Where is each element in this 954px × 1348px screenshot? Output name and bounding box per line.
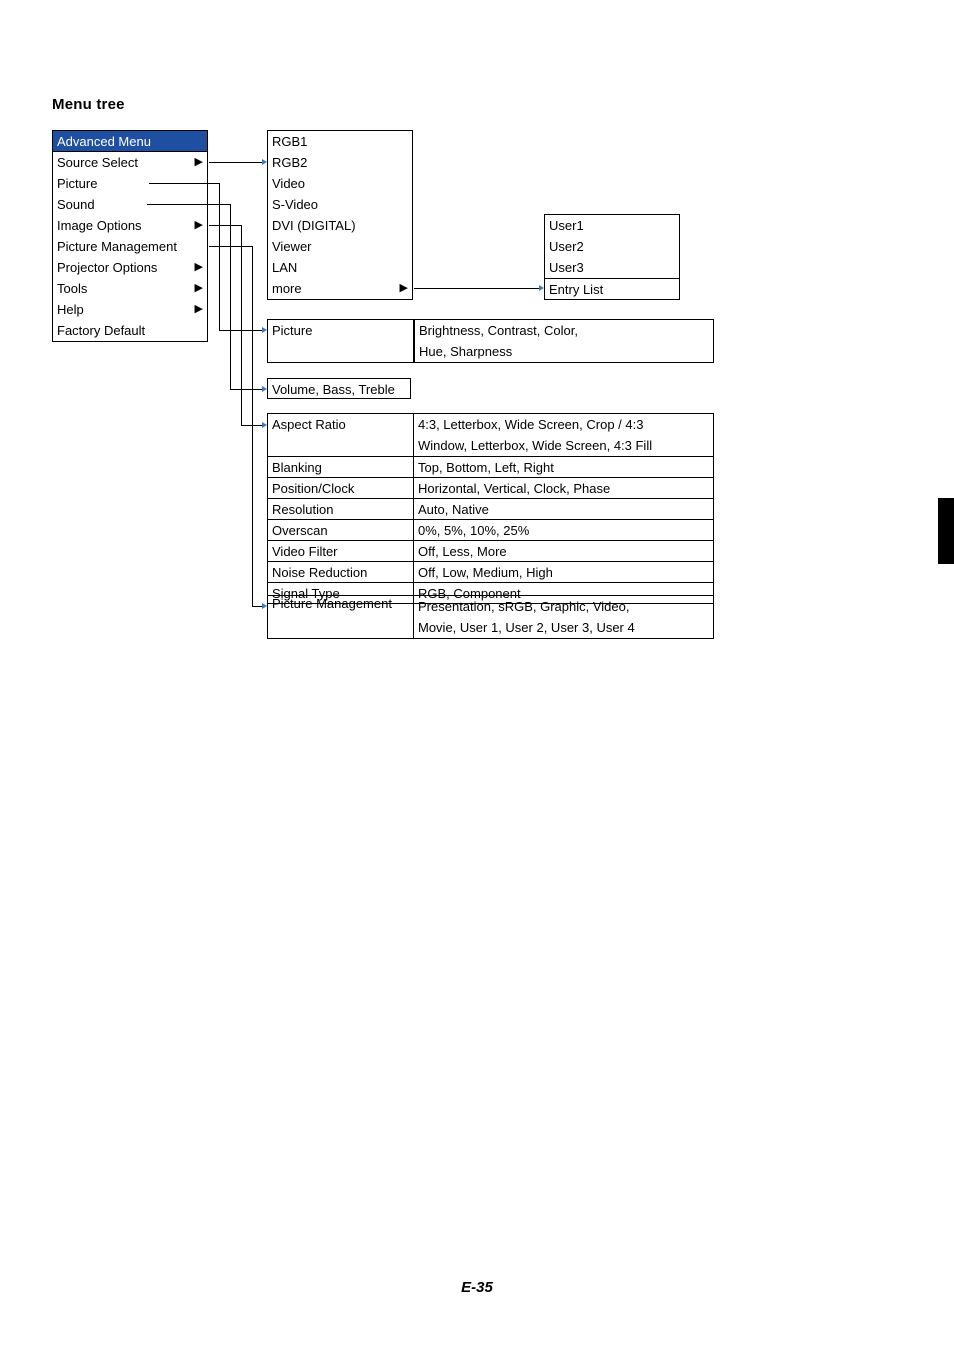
image-options-table: Aspect Ratio 4:3, Letterbox, Wide Screen…	[267, 413, 714, 604]
menu-item-label: Image Options	[57, 215, 142, 236]
page-title: Menu tree	[52, 96, 125, 113]
chevron-right-icon: ▶	[195, 215, 203, 236]
picture-value: Hue, Sharpness	[415, 341, 713, 362]
chevron-right-icon: ▶	[195, 299, 203, 320]
picture-box: Picture	[267, 319, 414, 363]
option-name: Aspect Ratio	[272, 414, 346, 435]
option-name: Overscan	[272, 520, 328, 541]
list-item-label: Video	[272, 173, 305, 194]
menu-item-label: Projector Options	[57, 257, 157, 278]
option-value: Presentation, sRGB, Graphic, Video,	[418, 599, 629, 614]
list-item-label: S-Video	[272, 194, 318, 215]
menu-item-label: Factory Default	[57, 320, 145, 341]
menu-item-label: Source Select	[57, 152, 138, 173]
table-row: Resolution Auto, Native	[268, 498, 713, 519]
menu-item-label: Help	[57, 299, 84, 320]
list-item-label: RGB1	[272, 131, 307, 152]
menu-item: Help ▶	[53, 299, 207, 320]
table-row: Blanking Top, Bottom, Left, Right	[268, 456, 713, 477]
list-item: Viewer	[268, 236, 412, 257]
option-value: Off, Less, More	[418, 541, 507, 562]
list-item: User1	[545, 215, 679, 236]
list-item-label: RGB2	[272, 152, 307, 173]
option-value: 4:3, Letterbox, Wide Screen, Crop / 4:3	[418, 414, 643, 435]
source-list: RGB1 RGB2 Video S-Video DVI (DIGITAL) Vi…	[267, 130, 413, 300]
list-item: RGB1	[268, 131, 412, 152]
table-row: Overscan 0%, 5%, 10%, 25%	[268, 519, 713, 540]
option-value: Top, Bottom, Left, Right	[418, 457, 554, 478]
picture-management-box: Picture Management Presentation, sRGB, G…	[267, 595, 714, 639]
table-row: Aspect Ratio 4:3, Letterbox, Wide Screen…	[268, 414, 713, 456]
list-item: more ▶	[268, 278, 412, 299]
option-name: Position/Clock	[272, 478, 354, 499]
list-item-label: LAN	[272, 257, 297, 278]
menu-item: Image Options ▶	[53, 215, 207, 236]
list-item: LAN	[268, 257, 412, 278]
option-name: Resolution	[272, 499, 333, 520]
menu-item: Factory Default	[53, 320, 207, 341]
menu-item: Picture Management	[53, 236, 207, 257]
option-value: Auto, Native	[418, 499, 489, 520]
list-item: Entry List	[545, 278, 679, 299]
picture-label: Picture	[268, 320, 413, 341]
sound-box: Volume, Bass, Treble	[267, 378, 411, 399]
menu-tree-diagram: Advanced Menu Source Select ▶ Picture Sou…	[52, 130, 812, 680]
list-item-label: more	[272, 278, 302, 299]
page-number: E-35	[0, 1279, 954, 1296]
option-name: Video Filter	[272, 541, 338, 562]
option-value: Off, Low, Medium, High	[418, 562, 553, 583]
menu-item-label: Tools	[57, 278, 87, 299]
picture-values: Brightness, Contrast, Color, Hue, Sharpn…	[414, 319, 714, 363]
list-item: Video	[268, 173, 412, 194]
option-name: Blanking	[272, 457, 322, 478]
page-tab	[938, 498, 954, 564]
list-item-label: Viewer	[272, 236, 312, 257]
list-item: RGB2	[268, 152, 412, 173]
option-name: Picture Management	[272, 596, 392, 611]
list-item: S-Video	[268, 194, 412, 215]
list-item: User3	[545, 257, 679, 278]
menu-item: Tools ▶	[53, 278, 207, 299]
sound-value: Volume, Bass, Treble	[268, 379, 410, 400]
menu-item-label: Sound	[57, 194, 95, 215]
advanced-menu-box: Advanced Menu Source Select ▶ Picture Sou…	[52, 130, 208, 342]
menu-item: Source Select ▶	[53, 152, 207, 173]
option-name: Noise Reduction	[272, 562, 367, 583]
option-value: 0%, 5%, 10%, 25%	[418, 520, 529, 541]
option-value: Horizontal, Vertical, Clock, Phase	[418, 478, 610, 499]
picture-value: Brightness, Contrast, Color,	[415, 320, 713, 341]
chevron-right-icon: ▶	[400, 278, 408, 299]
table-row: Position/Clock Horizontal, Vertical, Clo…	[268, 477, 713, 498]
chevron-right-icon: ▶	[195, 278, 203, 299]
chevron-right-icon: ▶	[195, 152, 203, 173]
list-item: DVI (DIGITAL)	[268, 215, 412, 236]
table-row: Video Filter Off, Less, More	[268, 540, 713, 561]
option-value: Window, Letterbox, Wide Screen, 4:3 Fill	[418, 435, 652, 456]
option-value: Movie, User 1, User 2, User 3, User 4	[418, 620, 635, 635]
list-item-label: DVI (DIGITAL)	[272, 215, 356, 236]
advanced-menu-title: Advanced Menu	[53, 131, 207, 152]
menu-item-label: Picture Management	[57, 236, 177, 257]
chevron-right-icon: ▶	[195, 257, 203, 278]
menu-item: Projector Options ▶	[53, 257, 207, 278]
table-row: Noise Reduction Off, Low, Medium, High	[268, 561, 713, 582]
user-list: User1 User2 User3 Entry List	[544, 214, 680, 300]
list-item: User2	[545, 236, 679, 257]
menu-item-label: Picture	[57, 173, 97, 194]
